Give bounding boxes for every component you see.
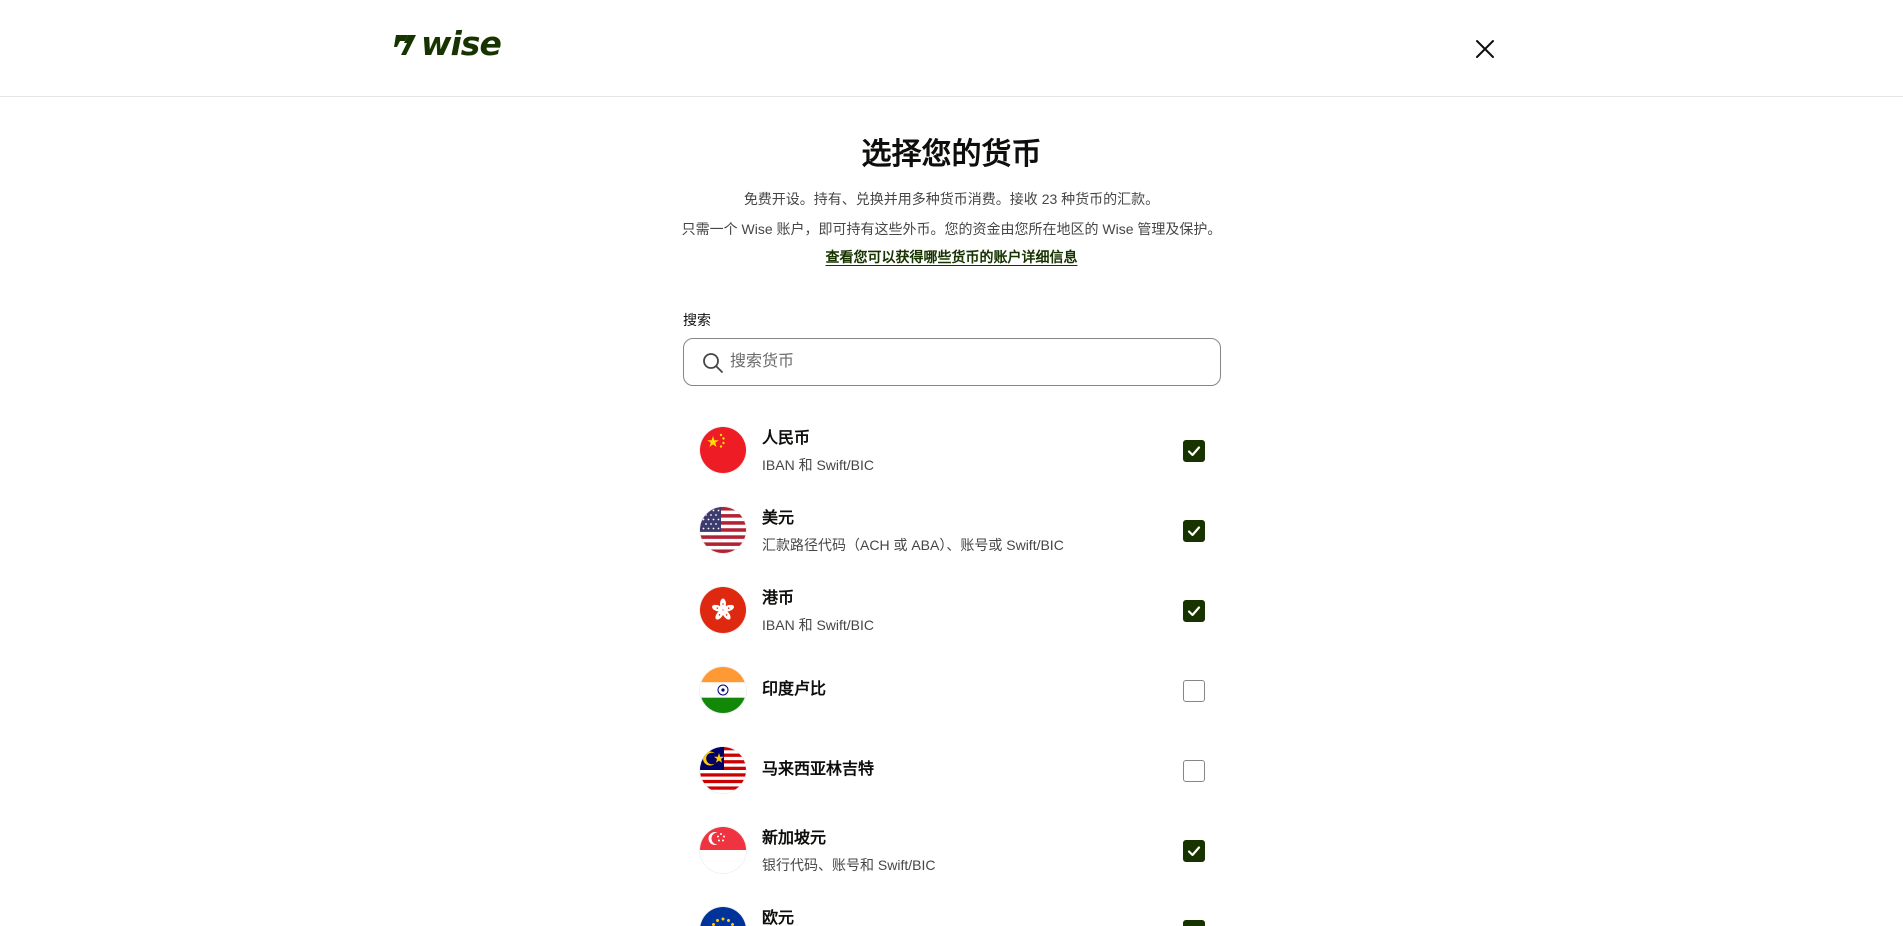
currency-checkbox[interactable] [1183, 840, 1205, 862]
wise-logo[interactable]: wise [394, 24, 502, 63]
search-icon [703, 353, 723, 373]
account-details-link-wrap: 查看您可以获得哪些货币的账户详细信息 [0, 247, 1903, 267]
currency-checkbox[interactable] [1183, 440, 1205, 462]
subtitle-line-1: 免费开设。持有、兑换并用多种货币消费。接收 23 种货币的汇款。 [743, 191, 1160, 207]
currency-name: 欧元 [762, 910, 795, 926]
currency-row-eur[interactable]: 欧元 [683, 890, 1221, 926]
currency-name: 人民币 [762, 430, 811, 447]
currency-row-sgd[interactable]: 新加坡元 银行代码、账号和 Swift/BIC [683, 810, 1221, 890]
hk-flag-icon [700, 587, 746, 633]
currency-description: IBAN 和 Swift/BIC [762, 617, 875, 633]
eu-flag-icon [700, 907, 746, 926]
currency-checkbox[interactable] [1183, 760, 1205, 782]
cn-flag-icon [700, 427, 746, 473]
currency-checkbox[interactable] [1183, 520, 1205, 542]
currency-list: 人民币 IBAN 和 Swift/BIC 美元 汇款路径代码（ACH 或 ABA… [683, 410, 1221, 926]
search-input[interactable] [730, 340, 1210, 384]
currency-checkbox[interactable] [1183, 920, 1205, 926]
currency-description: 汇款路径代码（ACH 或 ABA）、账号或 Swift/BIC [762, 537, 1064, 553]
currency-name: 印度卢比 [762, 681, 827, 698]
in-flag-icon [700, 667, 746, 713]
currency-checkbox[interactable] [1183, 680, 1205, 702]
check-icon [1187, 606, 1201, 617]
currency-description: IBAN 和 Swift/BIC [762, 457, 875, 473]
currency-row-hkd[interactable]: 港币 IBAN 和 Swift/BIC [683, 570, 1221, 650]
search-field[interactable] [683, 338, 1221, 386]
my-flag-icon [700, 747, 746, 793]
currency-row-myr[interactable]: 马来西亚林吉特 [683, 730, 1221, 810]
currency-row-inr[interactable]: 印度卢比 [683, 650, 1221, 730]
currency-name: 新加坡元 [762, 830, 827, 847]
currency-name: 港币 [762, 590, 795, 607]
subtitle-line-2: 只需一个 Wise 账户，即可持有这些外币。您的资金由您所在地区的 Wise 管… [681, 221, 1222, 237]
account-details-link[interactable]: 查看您可以获得哪些货币的账户详细信息 [826, 249, 1078, 265]
close-icon [1476, 40, 1494, 58]
currency-row-cny[interactable]: 人民币 IBAN 和 Swift/BIC [683, 410, 1221, 490]
currency-checkbox[interactable] [1183, 600, 1205, 622]
top-bar: wise [0, 0, 1903, 97]
currency-description: 银行代码、账号和 Swift/BIC [762, 857, 936, 873]
page-title: 选择您的货币 [861, 138, 1042, 171]
currency-name: 美元 [762, 510, 795, 527]
check-icon [1187, 846, 1201, 857]
currency-row-usd[interactable]: 美元 汇款路径代码（ACH 或 ABA）、账号或 Swift/BIC [683, 490, 1221, 570]
wise-flag-icon [394, 35, 416, 55]
close-button[interactable] [1472, 36, 1498, 62]
check-icon [1187, 526, 1201, 537]
check-icon [1187, 446, 1201, 457]
wise-logo-text: wise [421, 24, 502, 63]
currency-name: 马来西亚林吉特 [762, 761, 875, 778]
sg-flag-icon [700, 827, 746, 873]
search-label: 搜索 [683, 312, 711, 328]
us-flag-icon [700, 507, 746, 553]
